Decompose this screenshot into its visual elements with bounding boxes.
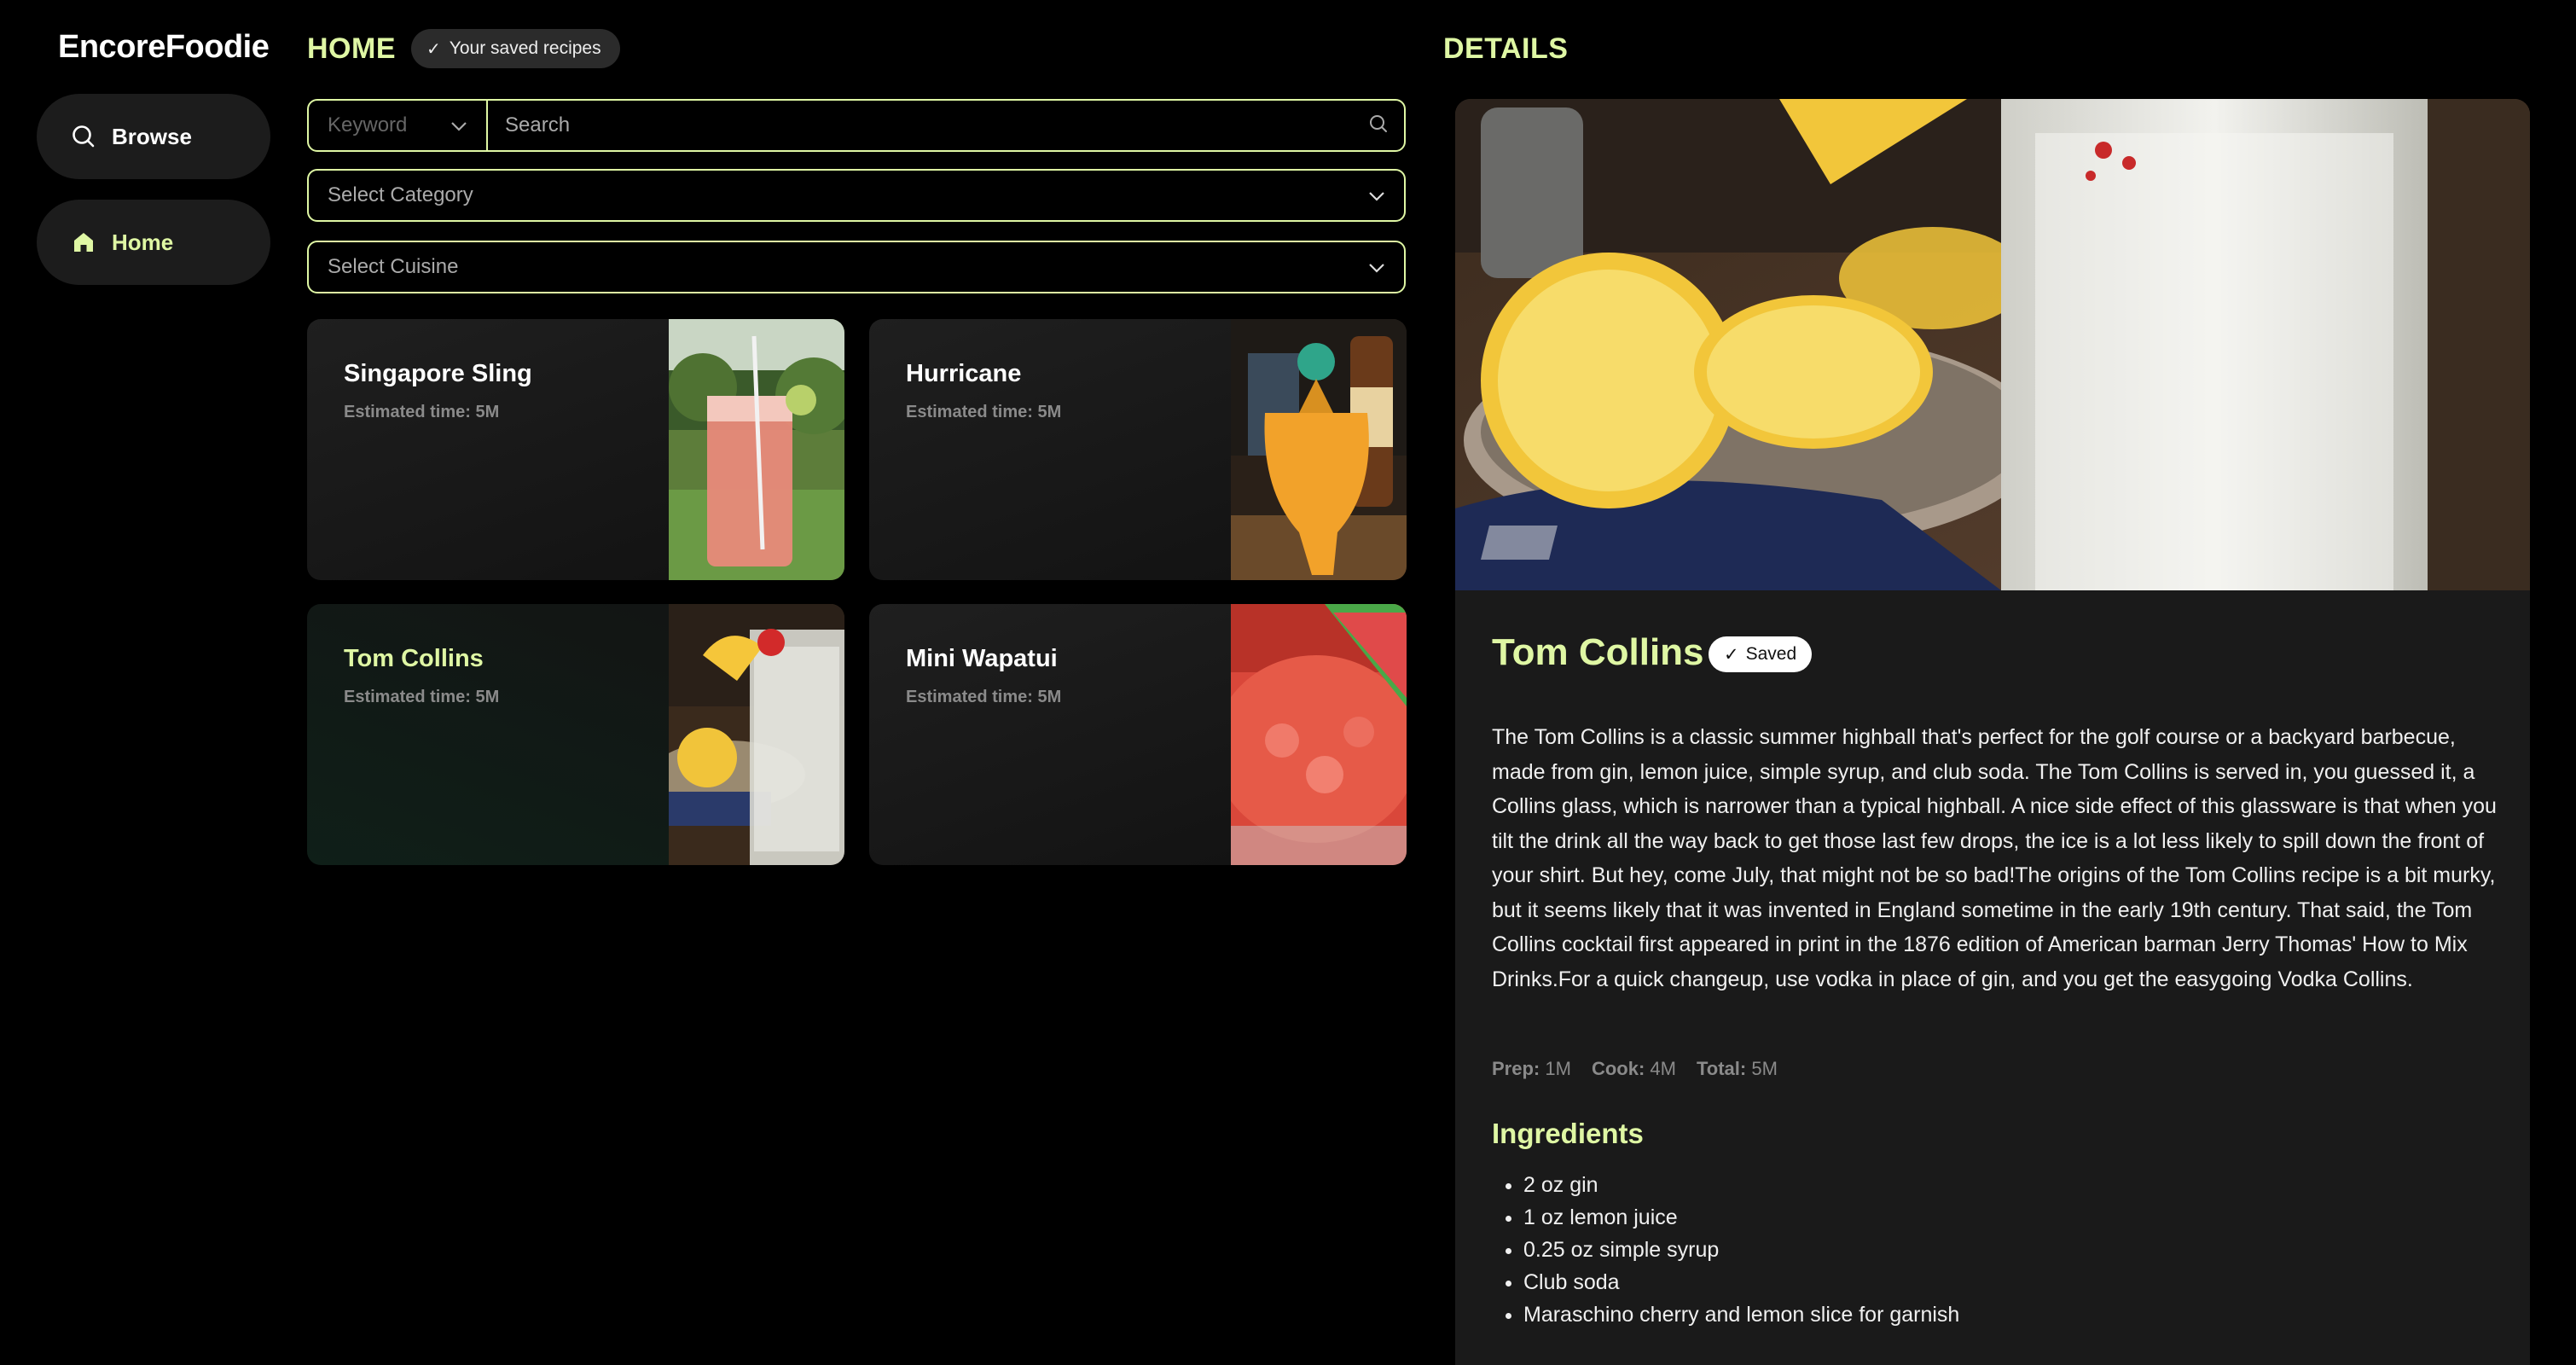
recipe-title: Singapore Sling bbox=[344, 360, 532, 387]
cuisine-select[interactable]: Select Cuisine bbox=[307, 241, 1406, 293]
recipe-card-hurricane[interactable]: Hurricane Estimated time: 5M bbox=[869, 319, 1407, 580]
recipe-time: Estimated time: 5M bbox=[344, 403, 500, 421]
search-icon bbox=[1368, 113, 1389, 138]
list-item: 0.25 oz simple syrup bbox=[1523, 1234, 1959, 1266]
saved-recipes-filter[interactable]: ✓ Your saved recipes bbox=[411, 29, 620, 68]
category-select[interactable]: Select Category bbox=[307, 169, 1406, 222]
saved-recipes-label: Your saved recipes bbox=[449, 38, 601, 58]
recipe-hero-image bbox=[1455, 99, 2530, 590]
details-title: DETAILS bbox=[1443, 32, 1569, 65]
search-input[interactable] bbox=[488, 101, 1353, 150]
recipe-card-mini-wapatui[interactable]: Mini Wapatui Estimated time: 5M bbox=[869, 604, 1407, 865]
total-time: Total: 5M bbox=[1697, 1058, 1778, 1080]
recipe-image bbox=[669, 604, 844, 865]
recipe-description: The Tom Collins is a classic summer high… bbox=[1492, 725, 2497, 991]
check-icon: ✓ bbox=[426, 39, 441, 59]
total-value: 5M bbox=[1751, 1058, 1778, 1079]
recipe-image bbox=[1231, 319, 1407, 580]
ingredients-heading: Ingredients bbox=[1492, 1118, 1644, 1149]
cook-label: Cook: bbox=[1591, 1058, 1645, 1079]
recipe-card-singapore-sling[interactable]: Singapore Sling Estimated time: 5M bbox=[307, 319, 844, 580]
recipe-time: Estimated time: 5M bbox=[906, 403, 1062, 421]
recipe-time: Estimated time: 5M bbox=[906, 688, 1062, 706]
recipe-title: Hurricane bbox=[906, 360, 1022, 387]
prep-time: Prep: 1M bbox=[1492, 1058, 1571, 1080]
keyword-select-label: Keyword bbox=[328, 113, 408, 136]
recipe-image bbox=[1231, 604, 1407, 865]
category-select-label: Select Category bbox=[328, 183, 473, 206]
list-item: Club soda bbox=[1523, 1266, 1959, 1298]
recipe-times: Prep: 1M Cook: 4M Total: 5M bbox=[1492, 1058, 1778, 1080]
cuisine-select-label: Select Cuisine bbox=[328, 255, 459, 278]
recipe-detail-title: Tom Collins bbox=[1492, 631, 1704, 673]
list-item: 2 oz gin bbox=[1523, 1169, 1959, 1201]
details-panel: Tom Collins ✓ Saved The Tom Collins is a… bbox=[1455, 99, 2530, 1365]
prep-label: Prep: bbox=[1492, 1058, 1540, 1079]
check-icon: ✓ bbox=[1724, 644, 1739, 665]
cook-value: 4M bbox=[1650, 1058, 1676, 1079]
sidebar-item-label: Home bbox=[112, 229, 174, 255]
chevron-down-icon bbox=[1368, 183, 1385, 207]
sidebar-item-browse[interactable]: Browse bbox=[37, 94, 270, 179]
search-submit-button[interactable] bbox=[1353, 101, 1404, 150]
ingredients-list: 2 oz gin 1 oz lemon juice 0.25 oz simple… bbox=[1523, 1169, 1959, 1331]
search-icon bbox=[71, 124, 96, 149]
keyword-select[interactable]: Keyword bbox=[309, 101, 488, 150]
list-item: Maraschino cherry and lemon slice for ga… bbox=[1523, 1298, 1959, 1331]
cook-time: Cook: 4M bbox=[1592, 1058, 1676, 1080]
total-label: Total: bbox=[1696, 1058, 1747, 1079]
saved-label: Saved bbox=[1745, 644, 1797, 664]
sidebar-item-home[interactable]: Home bbox=[37, 200, 270, 285]
search-bar: Keyword bbox=[307, 99, 1406, 152]
recipe-image bbox=[669, 319, 844, 580]
recipe-title: Mini Wapatui bbox=[906, 645, 1058, 672]
saved-toggle-button[interactable]: ✓ Saved bbox=[1709, 636, 1813, 672]
chevron-down-icon bbox=[1368, 255, 1385, 279]
recipe-time: Estimated time: 5M bbox=[344, 688, 500, 706]
home-icon bbox=[71, 229, 96, 255]
chevron-down-icon bbox=[450, 113, 467, 137]
sidebar-item-label: Browse bbox=[112, 123, 192, 149]
list-item: 1 oz lemon juice bbox=[1523, 1201, 1959, 1234]
prep-value: 1M bbox=[1545, 1058, 1571, 1079]
page-title: HOME bbox=[307, 32, 396, 65]
recipe-title: Tom Collins bbox=[344, 645, 484, 672]
sidebar: EncoreFoodie Browse Home bbox=[0, 0, 290, 1365]
recipe-card-tom-collins[interactable]: Tom Collins Estimated time: 5M bbox=[307, 604, 844, 865]
brand-logo[interactable]: EncoreFoodie bbox=[58, 29, 270, 66]
